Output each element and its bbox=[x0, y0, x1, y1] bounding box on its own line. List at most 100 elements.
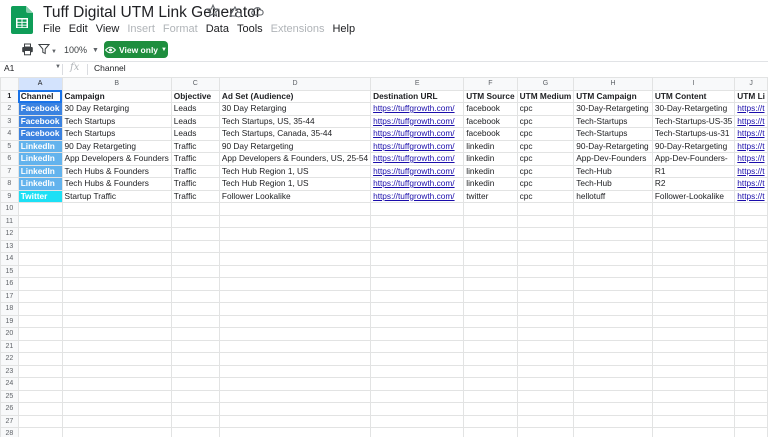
table-cell[interactable]: facebook bbox=[463, 114, 518, 128]
header-cell[interactable]: UTM Campaign bbox=[573, 89, 653, 103]
table-cell[interactable] bbox=[61, 214, 172, 228]
table-cell[interactable]: R2 bbox=[651, 177, 736, 191]
table-cell[interactable] bbox=[61, 364, 172, 378]
table-cell[interactable] bbox=[170, 327, 220, 341]
table-cell[interactable] bbox=[370, 414, 465, 428]
table-cell[interactable] bbox=[170, 289, 220, 303]
table-cell[interactable] bbox=[463, 414, 518, 428]
column-header-9[interactable]: J bbox=[734, 77, 768, 91]
table-cell[interactable] bbox=[370, 377, 465, 391]
table-cell[interactable] bbox=[61, 264, 172, 278]
table-cell[interactable]: https://tuffgrowth.com/ bbox=[370, 102, 465, 116]
table-cell[interactable]: Startup Traffic bbox=[61, 189, 172, 203]
row-number[interactable]: 4 bbox=[0, 127, 19, 141]
table-cell[interactable] bbox=[17, 264, 63, 278]
table-cell[interactable] bbox=[651, 402, 736, 416]
table-cell[interactable] bbox=[573, 239, 653, 253]
table-cell[interactable] bbox=[17, 402, 63, 416]
header-cell[interactable]: Campaign bbox=[61, 89, 172, 103]
table-cell[interactable] bbox=[61, 377, 172, 391]
table-cell[interactable] bbox=[734, 402, 768, 416]
table-cell[interactable] bbox=[734, 202, 768, 216]
menu-tools[interactable]: Tools bbox=[237, 23, 263, 35]
table-cell[interactable] bbox=[734, 364, 768, 378]
table-cell[interactable] bbox=[370, 364, 465, 378]
table-cell[interactable] bbox=[370, 389, 465, 403]
column-header-7[interactable]: H bbox=[573, 77, 653, 91]
menu-extensions[interactable]: Extensions bbox=[271, 23, 325, 35]
channel-cell[interactable]: LinkedIn bbox=[17, 177, 63, 191]
table-cell[interactable]: 30-Day-Retargeting bbox=[573, 102, 653, 116]
table-cell[interactable] bbox=[516, 364, 575, 378]
table-cell[interactable]: facebook bbox=[463, 127, 518, 141]
table-cell[interactable] bbox=[516, 277, 575, 291]
table-cell[interactable] bbox=[463, 289, 518, 303]
table-cell[interactable] bbox=[573, 277, 653, 291]
row-number[interactable]: 3 bbox=[0, 114, 19, 128]
table-cell[interactable] bbox=[463, 277, 518, 291]
table-cell[interactable]: cpc bbox=[516, 177, 575, 191]
table-cell[interactable] bbox=[17, 252, 63, 266]
table-cell[interactable]: App Developers & Founders bbox=[61, 152, 172, 166]
table-cell[interactable] bbox=[463, 239, 518, 253]
table-cell[interactable]: Tech Hub Region 1, US bbox=[218, 177, 372, 191]
table-cell[interactable]: Tech Startups bbox=[61, 114, 172, 128]
row-number[interactable]: 10 bbox=[0, 202, 19, 216]
row-number[interactable]: 24 bbox=[0, 377, 19, 391]
row-number[interactable]: 12 bbox=[0, 227, 19, 241]
table-cell[interactable]: https://t bbox=[734, 127, 768, 141]
table-cell[interactable] bbox=[170, 202, 220, 216]
table-cell[interactable] bbox=[651, 339, 736, 353]
table-cell[interactable] bbox=[463, 402, 518, 416]
table-cell[interactable] bbox=[573, 302, 653, 316]
table-cell[interactable] bbox=[370, 202, 465, 216]
table-cell[interactable]: twitter bbox=[463, 189, 518, 203]
table-cell[interactable] bbox=[17, 314, 63, 328]
table-cell[interactable] bbox=[573, 252, 653, 266]
row-number[interactable]: 18 bbox=[0, 302, 19, 316]
table-cell[interactable]: https://t bbox=[734, 164, 768, 178]
table-cell[interactable]: Tech-Startups bbox=[573, 127, 653, 141]
row-number[interactable]: 8 bbox=[0, 177, 19, 191]
table-cell[interactable]: Tech Startups bbox=[61, 127, 172, 141]
table-cell[interactable]: App-Dev-Founders bbox=[573, 152, 653, 166]
table-cell[interactable] bbox=[516, 327, 575, 341]
table-cell[interactable] bbox=[170, 214, 220, 228]
table-cell[interactable] bbox=[17, 364, 63, 378]
table-cell[interactable] bbox=[516, 202, 575, 216]
table-cell[interactable] bbox=[573, 414, 653, 428]
row-number[interactable]: 2 bbox=[0, 102, 19, 116]
table-cell[interactable]: Traffic bbox=[170, 164, 220, 178]
table-cell[interactable]: cpc bbox=[516, 152, 575, 166]
table-cell[interactable]: Tech-Startups bbox=[573, 114, 653, 128]
channel-cell[interactable]: Twitter bbox=[17, 189, 63, 203]
table-cell[interactable]: Traffic bbox=[170, 189, 220, 203]
table-cell[interactable] bbox=[734, 314, 768, 328]
table-cell[interactable]: facebook bbox=[463, 102, 518, 116]
channel-cell[interactable]: LinkedIn bbox=[17, 139, 63, 153]
table-cell[interactable] bbox=[170, 389, 220, 403]
table-cell[interactable] bbox=[734, 239, 768, 253]
table-cell[interactable]: cpc bbox=[516, 127, 575, 141]
table-cell[interactable] bbox=[370, 327, 465, 341]
table-cell[interactable]: 30-Day-Retargeting bbox=[651, 102, 736, 116]
header-cell[interactable]: UTM Li bbox=[734, 89, 768, 103]
table-cell[interactable] bbox=[463, 214, 518, 228]
row-number[interactable]: 21 bbox=[0, 339, 19, 353]
header-cell[interactable]: Channel bbox=[17, 89, 63, 103]
table-cell[interactable] bbox=[516, 264, 575, 278]
table-cell[interactable] bbox=[61, 314, 172, 328]
table-cell[interactable] bbox=[651, 314, 736, 328]
row-number[interactable]: 17 bbox=[0, 289, 19, 303]
star-icon[interactable] bbox=[206, 4, 220, 18]
table-cell[interactable] bbox=[218, 302, 372, 316]
table-cell[interactable] bbox=[61, 327, 172, 341]
table-cell[interactable]: Tech Hubs & Founders bbox=[61, 177, 172, 191]
table-cell[interactable] bbox=[61, 414, 172, 428]
table-cell[interactable] bbox=[218, 202, 372, 216]
table-cell[interactable] bbox=[573, 352, 653, 366]
header-cell[interactable]: Objective bbox=[170, 89, 220, 103]
table-cell[interactable]: Leads bbox=[170, 127, 220, 141]
table-cell[interactable] bbox=[218, 339, 372, 353]
row-number[interactable]: 9 bbox=[0, 189, 19, 203]
